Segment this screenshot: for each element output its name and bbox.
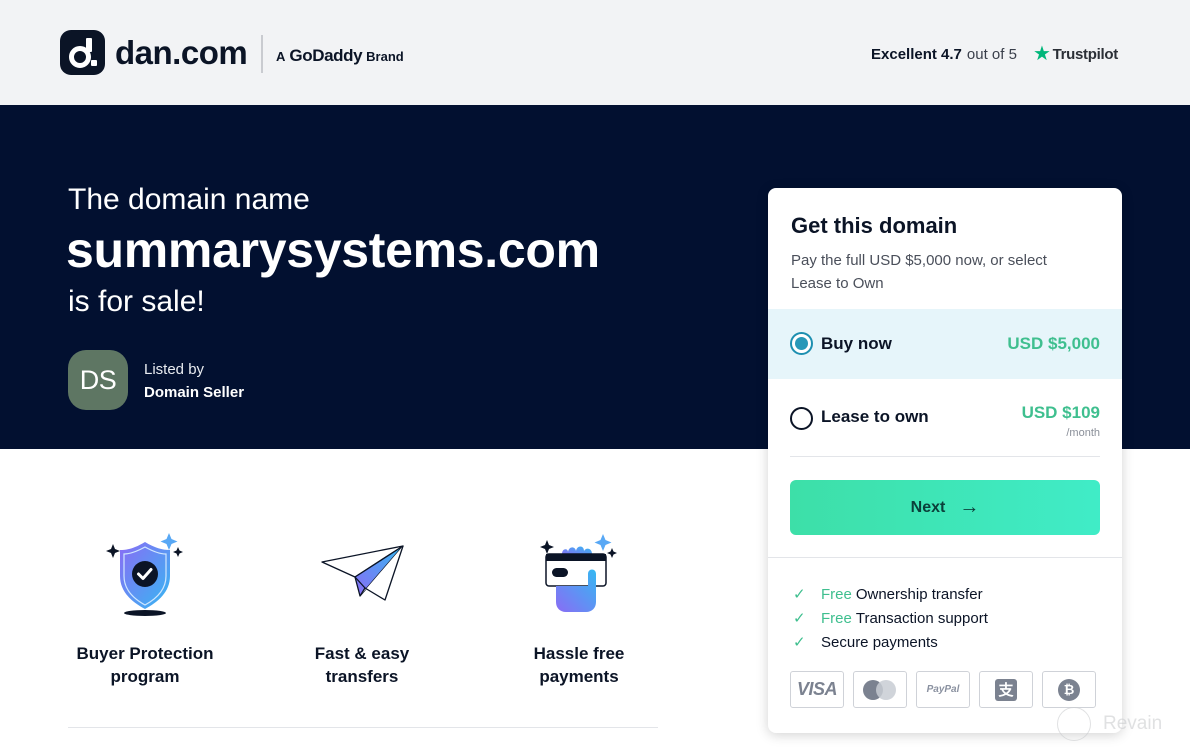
watermark-text: Revain <box>1103 713 1163 734</box>
brand-name: GoDaddy <box>289 46 363 65</box>
listed-by-label: Listed by <box>144 361 205 378</box>
benefit-text: Ownership transfer <box>855 585 983 603</box>
option-name: Buy now <box>821 334 892 353</box>
bitcoin-icon: ₿ <box>1042 671 1096 708</box>
payment-methods: VISA PayPal 支 ₿ <box>790 671 1096 708</box>
trustpilot-label: Trustpilot <box>1052 45 1119 63</box>
alipay-icon: 支 <box>979 671 1033 708</box>
paper-plane-icon <box>317 530 407 620</box>
radio-buy-now[interactable] <box>790 332 813 355</box>
dan-logo[interactable]: dan.com <box>60 30 248 75</box>
benefit-free: Free <box>821 609 852 627</box>
bitcoin-glyph: ₿ <box>1058 678 1080 701</box>
card-subtitle: Pay the full USD $5,000 now, or select L… <box>791 252 1047 292</box>
logo-divider <box>261 35 263 73</box>
benefit-item: ✓ Free Ownership transfer <box>793 582 988 606</box>
benefit-free: Free <box>821 585 852 603</box>
mastercard-icon <box>853 671 907 708</box>
option-name: Lease to own <box>821 407 929 426</box>
domain-name: summarysystems.com <box>66 222 600 278</box>
card-title: Get this domain <box>791 213 958 238</box>
features-divider <box>68 727 658 728</box>
hand-card-icon <box>534 530 624 620</box>
next-button[interactable]: Next → <box>790 480 1100 535</box>
divider <box>768 557 1122 558</box>
seller-info: Listed by Domain Seller <box>144 361 244 401</box>
feature-buyer-protection: Buyer Protection program <box>60 530 230 688</box>
benefit-text: Transaction support <box>855 609 988 627</box>
feature-hassle-free-payments: Hassle free payments <box>494 530 664 688</box>
feature-label-line1: Fast & easy <box>314 644 410 663</box>
dan-logo-icon <box>60 30 105 75</box>
benefit-item: ✓ Secure payments <box>793 630 988 654</box>
seller-name: Domain Seller <box>144 384 245 401</box>
radio-lease-to-own[interactable] <box>790 407 813 430</box>
benefits-list: ✓ Free Ownership transfer ✓ Free Transac… <box>793 582 988 654</box>
benefit-item: ✓ Free Transaction support <box>793 606 988 630</box>
feature-label-line1: Buyer Protection <box>76 644 214 663</box>
trustpilot-logo: ★ Trustpilot <box>1033 44 1118 64</box>
brand-suffix: Brand <box>366 49 404 64</box>
check-icon: ✓ <box>793 586 806 603</box>
feature-label-line1: Hassle free <box>533 644 625 663</box>
logo-text: dan.com <box>115 33 248 71</box>
option-buy-now[interactable]: Buy now USD $5,000 <box>768 309 1122 379</box>
next-label: Next <box>910 498 946 516</box>
star-icon: ★ <box>1032 43 1051 65</box>
benefit-text: Secure payments <box>821 633 938 651</box>
feature-label: Hassle free payments <box>494 642 664 688</box>
hero-post-title: is for sale! <box>68 285 205 318</box>
feature-fast-transfers: Fast & easy transfers <box>277 530 447 688</box>
rating-label: Excellent 4.7 <box>871 45 962 63</box>
feature-label-line2: transfers <box>325 667 399 686</box>
paypal-icon: PayPal <box>916 671 970 708</box>
arrow-right-icon: → <box>959 496 980 518</box>
revain-logo-icon <box>1057 707 1091 741</box>
option-lease-to-own[interactable]: Lease to own USD $109 /month <box>768 383 1122 453</box>
revain-watermark: Revain <box>1057 707 1162 741</box>
check-icon: ✓ <box>793 610 806 627</box>
divider <box>790 456 1100 457</box>
paypal-label: PayPal <box>926 684 960 695</box>
feature-label: Buyer Protection program <box>60 642 230 688</box>
option-price: USD $5,000 <box>1007 334 1100 353</box>
rating-suffix: out of 5 <box>966 45 1017 63</box>
shield-check-icon <box>100 530 190 620</box>
seller-avatar: DS <box>68 350 128 410</box>
option-period: /month <box>1066 427 1100 439</box>
visa-icon: VISA <box>790 671 844 708</box>
alipay-glyph: 支 <box>995 678 1017 701</box>
purchase-card: Get this domain Pay the full USD $5,000 … <box>768 188 1122 733</box>
hero-pre-title: The domain name <box>68 183 310 216</box>
feature-label-line2: payments <box>539 667 619 686</box>
trustpilot-rating[interactable]: Excellent 4.7 out of 5 ★ Trustpilot <box>871 44 1118 64</box>
godaddy-brand: A GoDaddy Brand <box>276 46 404 66</box>
brand-prefix: A <box>276 49 286 64</box>
site-header: dan.com A GoDaddy Brand Excellent 4.7 ou… <box>0 0 1190 105</box>
feature-label: Fast & easy transfers <box>277 642 447 688</box>
check-icon: ✓ <box>793 634 806 651</box>
option-price: USD $109 <box>1021 403 1100 422</box>
feature-label-line2: program <box>110 667 180 686</box>
